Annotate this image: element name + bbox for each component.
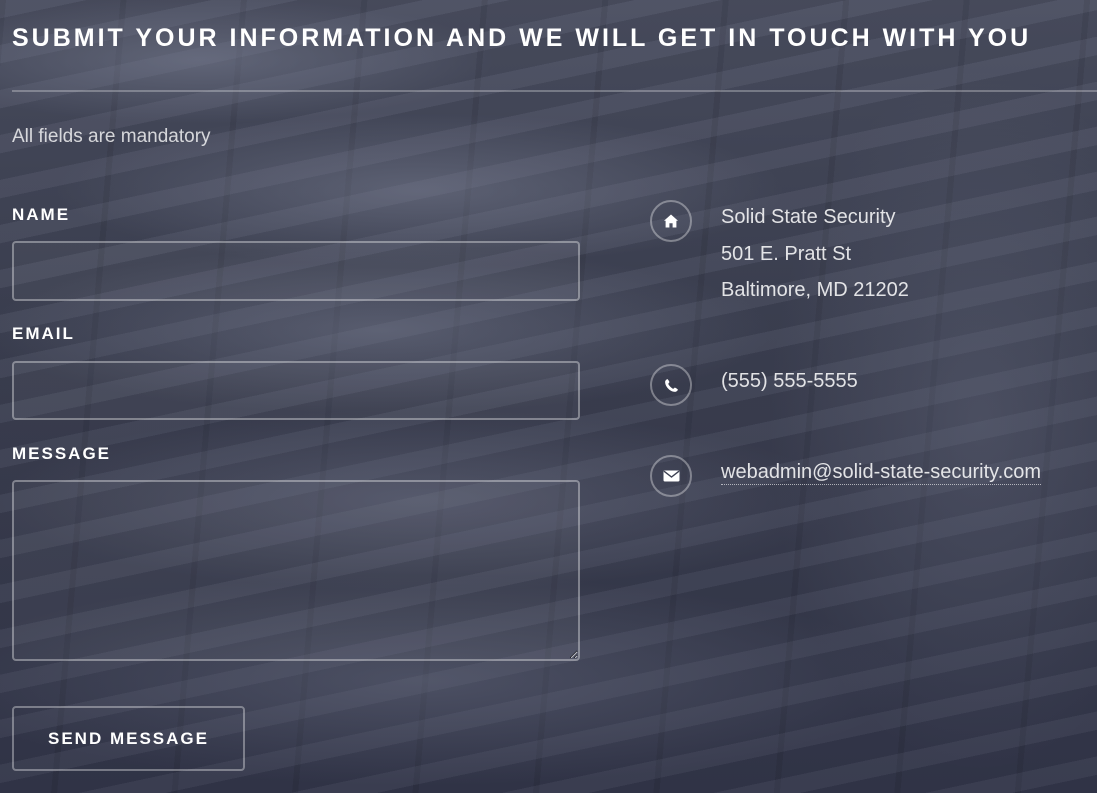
address-company: Solid State Security [721, 206, 896, 228]
send-message-button[interactable]: SEND MESSAGE [12, 706, 245, 771]
address-city: Baltimore, MD 21202 [721, 279, 909, 301]
envelope-icon [650, 455, 692, 497]
phone-number: (555) 555-5555 [721, 370, 858, 392]
home-icon [650, 200, 692, 242]
name-input[interactable] [12, 241, 580, 301]
email-contact: webadmin@solid-state-security.com [721, 454, 1042, 491]
form-heading: SUBMIT YOUR INFORMATION AND WE WILL GET … [12, 24, 1032, 52]
name-label: NAME [12, 205, 71, 224]
heading-divider [12, 90, 1097, 92]
phone-icon [650, 364, 692, 406]
address-street: 501 E. Pratt St [721, 242, 852, 265]
email-link[interactable]: webadmin@solid-state-security.com [721, 461, 1042, 485]
email-label: EMAIL [12, 324, 75, 343]
message-label: MESSAGE [12, 444, 112, 463]
mandatory-note: All fields are mandatory [12, 126, 211, 147]
message-textarea[interactable] [12, 480, 580, 661]
address-block: Solid State Security 501 E. Pratt St Bal… [721, 199, 909, 309]
email-input[interactable] [12, 361, 580, 420]
